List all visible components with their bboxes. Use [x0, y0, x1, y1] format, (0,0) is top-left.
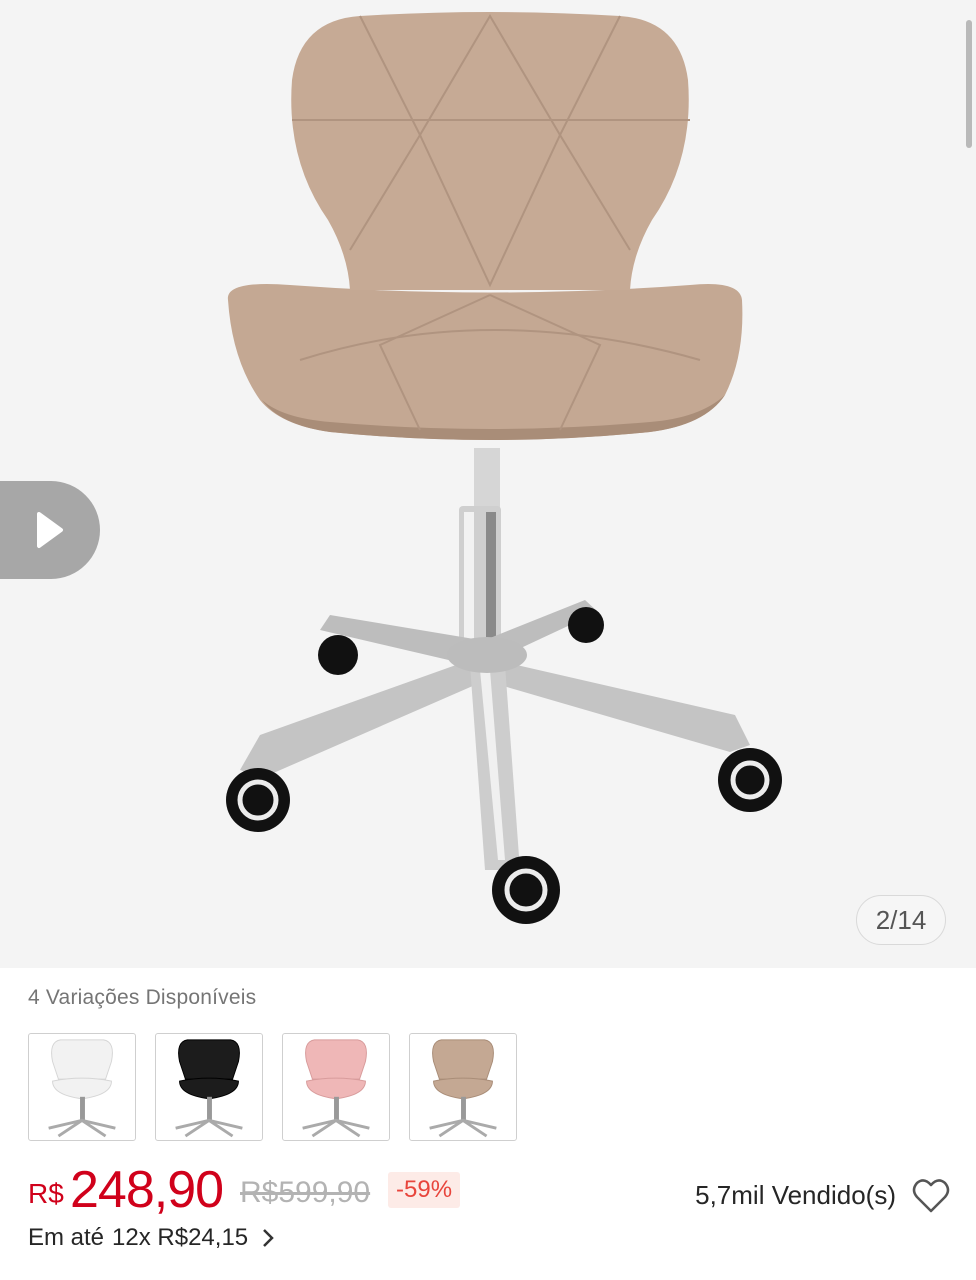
- variant-thumbnail: [302, 1039, 370, 1138]
- variant-nude[interactable]: [409, 1033, 517, 1141]
- price-currency: R$: [28, 1178, 64, 1209]
- current-price: 248,90: [70, 1161, 224, 1219]
- installments-value: 12x R$24,15: [112, 1224, 249, 1251]
- scrollbar-thumb[interactable]: [966, 20, 972, 148]
- variant-thumbnail: [48, 1039, 116, 1138]
- video-play-button[interactable]: [0, 481, 100, 579]
- variations-label: 4 Variações Disponíveis: [28, 986, 257, 1009]
- image-counter: 2/14: [856, 895, 946, 945]
- discount-badge: -59%: [388, 1172, 461, 1208]
- variant-black[interactable]: [155, 1033, 263, 1141]
- variant-thumbnail: [175, 1039, 243, 1138]
- installments-link[interactable]: Em até 12x R$24,15: [28, 1224, 274, 1252]
- play-icon: [37, 512, 63, 548]
- sold-count: 5,7mil Vendido(s): [695, 1180, 896, 1210]
- product-image-gallery[interactable]: 2/14: [0, 0, 976, 968]
- variant-thumbnail: [429, 1039, 497, 1138]
- chevron-right-icon: [263, 1229, 274, 1247]
- original-price: R$599,90: [240, 1176, 371, 1209]
- heart-icon[interactable]: [912, 1178, 950, 1214]
- variant-white[interactable]: [28, 1033, 136, 1141]
- variant-pink[interactable]: [282, 1033, 390, 1141]
- installments-prefix: Em até: [28, 1224, 105, 1251]
- product-image: [226, 12, 782, 924]
